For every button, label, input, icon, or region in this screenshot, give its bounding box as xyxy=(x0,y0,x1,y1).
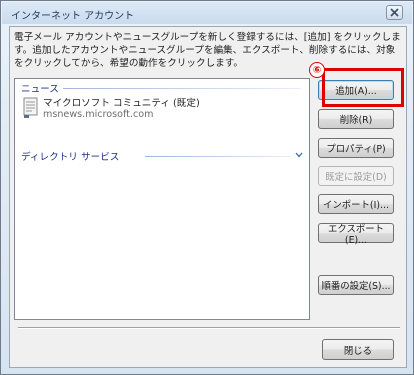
export-button[interactable]: エクスポート(E)... xyxy=(318,223,394,246)
title-bar: インターネット アカウント xyxy=(2,2,412,24)
close-button[interactable]: 閉じる xyxy=(322,339,394,360)
group-separator xyxy=(145,156,291,157)
properties-button[interactable]: プロパティ(P) xyxy=(318,138,394,158)
accounts-list[interactable]: ニュース マイクロソフト コミュニティ (既定) msnews.microsof… xyxy=(14,78,310,320)
remove-button[interactable]: 削除(R) xyxy=(318,109,394,129)
step-number-badge: ⑥ xyxy=(309,62,325,78)
account-name[interactable]: マイクロソフト コミュニティ (既定) xyxy=(43,95,200,109)
close-icon xyxy=(390,8,399,17)
window-title: インターネット アカウント xyxy=(11,11,135,22)
order-button[interactable]: 順番の設定(S)... xyxy=(318,275,394,295)
internet-accounts-dialog: インターネット アカウント 電子メール アカウントやニュースグループを新しく登録… xyxy=(0,0,414,375)
import-button[interactable]: インポート(I)... xyxy=(318,194,394,214)
highlight-box xyxy=(322,68,404,107)
close-window-button[interactable] xyxy=(386,5,403,20)
group-header-news[interactable]: ニュース xyxy=(21,81,59,95)
account-server: msnews.microsoft.com xyxy=(43,109,154,120)
instruction-text: 電子メール アカウントやニュースグループを新しく登録するには、[追加] をクリッ… xyxy=(14,32,401,69)
group-header-directory[interactable]: ディレクトリ サービス xyxy=(21,149,119,163)
dialog-body: 電子メール アカウントやニュースグループを新しく登録するには、[追加] をクリッ… xyxy=(9,26,407,368)
footer-divider xyxy=(18,327,400,329)
group-separator xyxy=(63,88,301,89)
newsgroup-icon xyxy=(23,97,38,118)
chevron-down-icon[interactable] xyxy=(295,152,303,158)
set-default-button[interactable]: 既定に設定(D) xyxy=(318,166,394,186)
